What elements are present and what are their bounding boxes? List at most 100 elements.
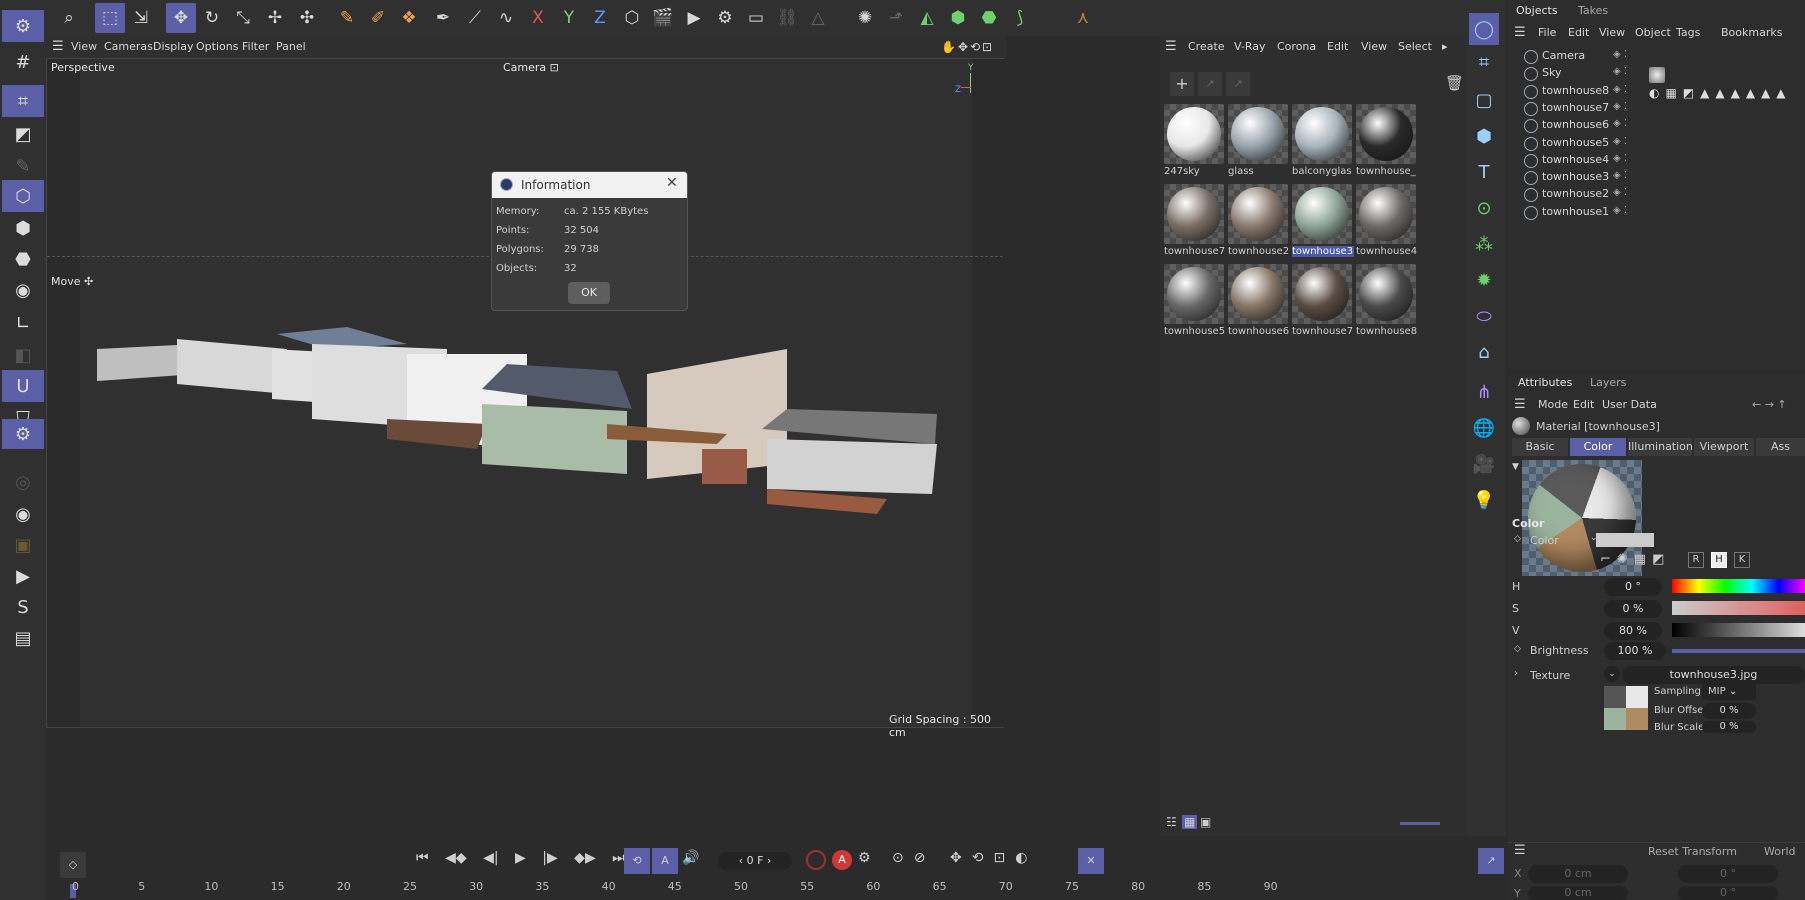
visibility-dots-icon[interactable]: ◈ ⁚ (1613, 153, 1627, 164)
attr-menu-userdata[interactable]: User Data (1602, 394, 1657, 416)
polygons-mode-icon[interactable]: ◉ (2, 274, 44, 306)
render-region-icon[interactable]: 🎬 (648, 3, 678, 33)
select-tool-icon[interactable]: ⇲ (126, 3, 156, 33)
y-position-field[interactable]: 0 cm (1528, 886, 1628, 900)
light-icon[interactable]: 💡 (1469, 484, 1499, 516)
material-swatch[interactable]: townhouse6 (1228, 264, 1289, 340)
keyframe-settings-icon[interactable]: ⚙ (858, 850, 871, 866)
sat-gradient[interactable] (1672, 601, 1805, 615)
hamburger-icon[interactable]: ☰ (1514, 843, 1526, 858)
tab-attributes[interactable]: Attributes (1518, 376, 1572, 389)
menu-view[interactable]: View (71, 36, 97, 58)
script-icon[interactable]: S (2, 591, 44, 623)
plane-icon[interactable]: ▢ (1469, 84, 1499, 116)
mat-menu-create[interactable]: Create (1188, 36, 1225, 58)
autokey-icon[interactable]: A (832, 850, 852, 870)
material-swatch[interactable]: townhouse5 (1164, 264, 1225, 340)
arrow-icon[interactable]: ↗ (1198, 72, 1222, 96)
menu-filter[interactable]: Filter (242, 36, 269, 58)
edges-mode-icon[interactable]: ⬣ (2, 243, 44, 275)
effector-icon[interactable]: ✹ (1469, 264, 1499, 296)
mat-menu-vray[interactable]: V-Ray (1234, 36, 1266, 58)
mograph-icon[interactable]: ◭ (912, 3, 942, 33)
icon-size-slider[interactable] (1400, 822, 1440, 825)
y-rotation-field[interactable]: 0 ° (1678, 886, 1778, 900)
visibility-dots-icon[interactable]: ◈ ⁚ (1613, 136, 1627, 147)
tab-takes[interactable]: Takes (1578, 4, 1608, 17)
frame-field[interactable]: ‹ 0 F › (718, 852, 792, 870)
render-view-icon[interactable]: ▶ (679, 3, 709, 33)
render-queue-icon[interactable]: ▭ (741, 3, 771, 33)
cloner-icon[interactable]: ⁂ (1469, 228, 1499, 260)
key-tools-icons[interactable]: ⊙⊘ (892, 850, 935, 866)
hamburger-icon[interactable]: ☰ (1165, 36, 1177, 58)
null-object-icon[interactable]: ◯ (1469, 13, 1499, 45)
record-icon[interactable] (806, 850, 826, 870)
spline-sketch-icon[interactable]: ✐ (363, 3, 393, 33)
sampling-dropdown[interactable]: MIP ⌄ (1702, 684, 1756, 700)
object-row[interactable]: townhouse1 ◈ ⁚ (1508, 204, 1803, 224)
radial-icon[interactable]: ◎ (2, 466, 44, 498)
axis-mode-icon[interactable]: ∟ (2, 307, 44, 339)
brightness-field[interactable]: 100 % (1604, 642, 1666, 660)
mode-button-h[interactable]: H (1711, 552, 1727, 568)
viewport-nav-icons[interactable]: ✋✥⟲⊡ (941, 36, 994, 58)
material-swatch[interactable]: townhouse7 (1164, 184, 1225, 260)
subtab-illumination[interactable]: Illumination (1628, 438, 1693, 456)
nav-arrows-icon[interactable]: ← → ↑ (1752, 394, 1787, 416)
material-swatch[interactable]: balconyglas (1292, 104, 1352, 180)
timeline-icon[interactable]: ▣ (2, 529, 44, 561)
menu-display[interactable]: Display (153, 36, 194, 58)
model-mode-icon[interactable]: ⬡ (2, 180, 44, 212)
cube-icon[interactable]: ⬢ (943, 3, 973, 33)
magnet-icon[interactable]: Ս (2, 370, 44, 402)
go-start-icon[interactable]: ⏮ (416, 850, 429, 866)
obj-menu-view[interactable]: View (1599, 22, 1625, 44)
scale-icon[interactable]: ⤡ (228, 3, 258, 33)
spline-pen-icon[interactable]: ✎ (332, 3, 362, 33)
tab-objects[interactable]: Objects (1516, 4, 1558, 17)
reset-transform-button[interactable]: Reset Transform (1648, 845, 1737, 858)
gear-icon[interactable]: ⚙ (2, 10, 44, 42)
material-swatch[interactable]: townhouse4 (1356, 184, 1417, 260)
chevron-right-icon[interactable]: ▸ (1442, 36, 1448, 58)
color-swatch[interactable] (1596, 533, 1654, 547)
cube-primitive-icon[interactable]: ⬢ (1469, 120, 1499, 152)
visibility-dots-icon[interactable]: ◈ ⁚ (1613, 84, 1627, 95)
hamburger-icon[interactable]: ☰ (1514, 22, 1526, 44)
live-selection-icon[interactable]: ⬚ (95, 3, 125, 33)
prev-frame-icon[interactable]: ◀| (483, 850, 498, 866)
render-settings-icon[interactable]: ⚙ (710, 3, 740, 33)
loop-icon[interactable]: ⟲ (624, 848, 650, 874)
subtab-assign[interactable]: Ass (1756, 438, 1805, 456)
y-axis-lock[interactable]: Y (554, 3, 584, 33)
workplane-grid-icon[interactable]: ⌗ (2, 85, 44, 117)
v-field[interactable]: 80 % (1604, 622, 1662, 640)
sculpt-icon[interactable]: ∿ (491, 3, 521, 33)
subtab-basic[interactable]: Basic (1512, 438, 1568, 456)
viewport-canvas[interactable]: Perspective Camera ⊡ Y Z Move ✣ Grid Spa… (46, 58, 1005, 739)
attr-menu-mode[interactable]: Mode (1538, 394, 1568, 416)
material-swatch[interactable]: townhouse3 (1292, 184, 1354, 260)
visibility-dots-icon[interactable]: ◈ ⁚ (1613, 205, 1627, 216)
menu-options[interactable]: Options (196, 36, 238, 58)
material-swatch[interactable]: 247sky (1164, 104, 1224, 180)
grid-icon[interactable]: # (2, 46, 44, 78)
scene-icon[interactable]: ⌂ (1469, 336, 1499, 368)
rotate-icon[interactable]: ↻ (197, 3, 227, 33)
z-axis-lock[interactable]: Z (585, 3, 615, 33)
texture-field[interactable]: townhouse3.jpg (1622, 666, 1805, 684)
sound-icon[interactable]: 🔊 (682, 850, 699, 866)
knife-icon[interactable]: ⟋ (460, 3, 490, 33)
key-types-icons[interactable]: ✥⟲⊡◐ (950, 850, 1037, 866)
preview-icon[interactable]: ▣ (1200, 815, 1211, 829)
next-frame-icon[interactable]: |▶ (542, 850, 557, 866)
mode-button-r[interactable]: R (1688, 552, 1704, 568)
x-rotation-field[interactable]: 0 ° (1678, 865, 1778, 883)
grid-view-icon[interactable]: ▦ (1182, 815, 1198, 829)
ok-button[interactable]: OK (568, 282, 610, 304)
play-icon[interactable]: ▶ (515, 850, 526, 866)
video-camera-icon[interactable]: 🎥 (1469, 448, 1499, 480)
timeline-view-icon[interactable]: ↗ (1478, 848, 1504, 874)
brightness-slider[interactable] (1672, 649, 1805, 653)
